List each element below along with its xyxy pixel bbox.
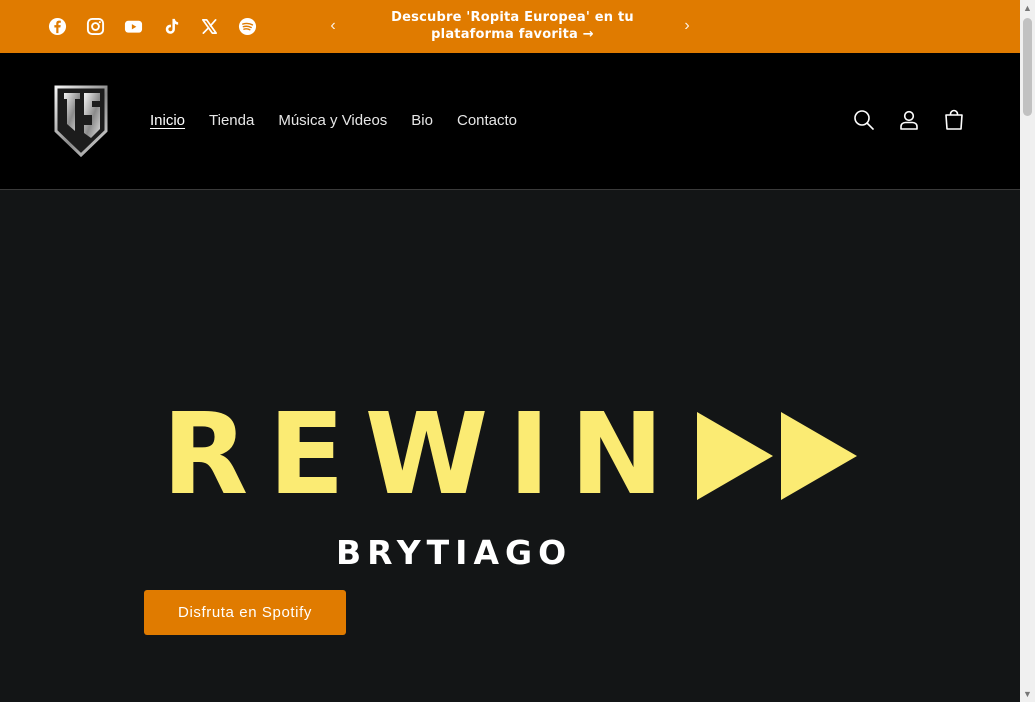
nav-item-contacto[interactable]: Contacto	[457, 111, 517, 131]
header-icons	[853, 109, 965, 131]
hero-title: REWIN	[162, 390, 684, 520]
chevron-right-icon[interactable]: ›	[679, 16, 695, 36]
tiktok-icon[interactable]	[162, 17, 181, 36]
scroll-down-icon[interactable]: ▼	[1022, 688, 1033, 700]
spotify-cta-button[interactable]: Disfruta en Spotify	[144, 590, 346, 635]
announcement-text[interactable]: Descubre 'Ropita Europea' en tu platafor…	[360, 9, 665, 43]
nav-item-tienda[interactable]: Tienda	[209, 111, 254, 131]
scrollbar-thumb[interactable]	[1023, 18, 1032, 116]
x-icon[interactable]	[200, 17, 219, 36]
artist-brand: BRYTIAGO	[336, 533, 573, 572]
search-icon[interactable]	[853, 109, 875, 131]
chevron-left-icon[interactable]: ‹	[325, 16, 341, 36]
site-header: Inicio Tienda Música y Videos Bio Contac…	[0, 53, 1020, 190]
fast-forward-icon	[697, 412, 857, 500]
social-links	[48, 17, 257, 36]
youtube-icon[interactable]	[124, 17, 143, 36]
cart-icon[interactable]	[943, 109, 965, 131]
site-logo[interactable]	[52, 81, 110, 161]
hero-banner: REWIN BRYTIAGO Disfruta en Spotify	[0, 190, 1020, 702]
nav-item-inicio[interactable]: Inicio	[150, 111, 185, 131]
scroll-up-icon[interactable]: ▲	[1022, 2, 1033, 14]
main-nav: Inicio Tienda Música y Videos Bio Contac…	[150, 111, 517, 131]
spotify-icon[interactable]	[238, 17, 257, 36]
account-icon[interactable]	[898, 109, 920, 131]
nav-item-bio[interactable]: Bio	[411, 111, 433, 131]
nav-item-musica-y-videos[interactable]: Música y Videos	[278, 111, 387, 131]
announcement-bar: ‹ Descubre 'Ropita Europea' en tu plataf…	[0, 0, 1020, 53]
scrollbar[interactable]: ▲ ▼	[1020, 0, 1035, 702]
instagram-icon[interactable]	[86, 17, 105, 36]
page: ‹ Descubre 'Ropita Europea' en tu plataf…	[0, 0, 1035, 702]
facebook-icon[interactable]	[48, 17, 67, 36]
